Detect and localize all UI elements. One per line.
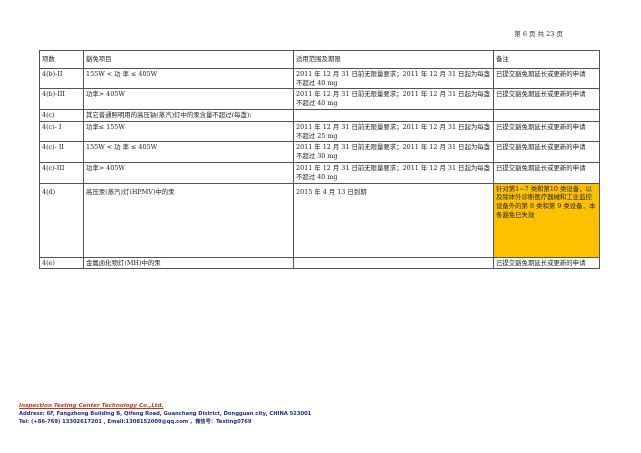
- header-remarks: 备注: [493, 50, 600, 69]
- row-id: 4(b)-III: [39, 88, 84, 110]
- row-note-highlighted: 针对第1~7 类和第10 类设备，以及除体外诊断医疗器械和工业监控设备外的第 8…: [493, 182, 600, 258]
- table-row: 4(b)-II 155W < 功 率 ≤ 405W 2011 年 12 月 31…: [39, 67, 600, 90]
- row-note: 已提交豁免期延长或更新的申请: [493, 141, 600, 163]
- row-item: 功率≤ 155W: [83, 120, 294, 143]
- row-id: 4(e): [39, 256, 84, 270]
- row-item: 金属卤化物灯(MH)中的汞: [83, 256, 294, 270]
- table-row: 4(c) 其它普通照明用的高压钠(蒸汽)灯中的汞含量不超过(每盏):: [39, 108, 600, 122]
- table-row: 4(d) 高压汞(蒸汽)灯(HPMV)中的汞 2015 年 4 月 13 日到期…: [39, 182, 600, 258]
- row-note: [493, 108, 600, 122]
- header-exemption-item: 豁免项目: [83, 50, 294, 69]
- row-id: 4(c): [39, 108, 84, 122]
- exemption-table: 项数 豁免项目 适用范围及期限 备注 4(b)-II 155W < 功 率 ≤ …: [39, 50, 600, 270]
- table-row: 4(e) 金属卤化物灯(MH)中的汞 已提交豁免期延长或更新的申请: [39, 256, 600, 270]
- row-note: 已提交豁免期延长或更新的申请: [493, 120, 600, 143]
- footer-address: Address: 6F, Fangzhong Building B, Qifen…: [19, 411, 312, 417]
- row-id: 4(b)-II: [39, 67, 84, 90]
- row-id: 4(c)-III: [39, 161, 84, 184]
- row-note: 已提交豁免期延长或更新的申请: [493, 88, 600, 110]
- row-item: 功率> 405W: [83, 88, 294, 110]
- footer-contact: Tel: (+86-769) 13302617201 , Email:13081…: [19, 419, 252, 425]
- table-row: 4(c)- II 155W < 功 率 ≤ 405W 2011 年 12 月 3…: [39, 141, 600, 163]
- row-scope: 2011 年 12 月 31 日前无限量要求；2011 年 12 月 31 日起…: [293, 88, 494, 110]
- header-item-number: 项数: [39, 50, 84, 69]
- row-item: 155W < 功 率 ≤ 405W: [83, 67, 294, 90]
- row-scope: 2015 年 4 月 13 日到期: [293, 182, 494, 258]
- row-note: 已提交豁免期延长或更新的申请: [493, 161, 600, 184]
- header-scope-and-period: 适用范围及期限: [293, 50, 494, 69]
- page-number: 第 6 页 共 23 页: [514, 30, 563, 38]
- row-scope: [293, 256, 494, 270]
- row-note: 已提交豁免期延长或更新的申请: [493, 67, 600, 90]
- row-scope: 2011 年 12 月 31 日前无限量要求；2011 年 12 月 31 日起…: [293, 67, 494, 90]
- row-item: 高压汞(蒸汽)灯(HPMV)中的汞: [83, 182, 294, 258]
- row-scope: 2011 年 12 月 31 日前无限量要求；2011 年 12 月 31 日起…: [293, 161, 494, 184]
- row-item: 功率> 405W: [83, 161, 294, 184]
- row-scope: [293, 108, 494, 122]
- row-id: 4(c)- II: [39, 141, 84, 163]
- table-row: 4(c)-III 功率> 405W 2011 年 12 月 31 日前无限量要求…: [39, 161, 600, 184]
- footer: Inspection Testing Center Technology Co.…: [19, 402, 311, 426]
- row-id: 4(c)- I: [39, 120, 84, 143]
- row-scope: 2011 年 12 月 31 日前无限量要求；2011 年 12 月 31 日起…: [293, 141, 494, 163]
- footer-company-name: Inspection Testing Center Technology Co.…: [19, 403, 164, 409]
- table-row: 4(c)- I 功率≤ 155W 2011 年 12 月 31 日前无限量要求；…: [39, 120, 600, 143]
- row-scope: 2011 年 12 月 31 日前无限量要求；2011 年 12 月 31 日起…: [293, 120, 494, 143]
- table-header-row: 项数 豁免项目 适用范围及期限 备注: [39, 50, 600, 69]
- row-id: 4(d): [39, 182, 84, 258]
- row-note: 已提交豁免期延长或更新的申请: [493, 256, 600, 270]
- table-row: 4(b)-III 功率> 405W 2011 年 12 月 31 日前无限量要求…: [39, 88, 600, 110]
- row-item: 155W < 功 率 ≤ 405W: [83, 141, 294, 163]
- row-item: 其它普通照明用的高压钠(蒸汽)灯中的汞含量不超过(每盏):: [83, 108, 294, 122]
